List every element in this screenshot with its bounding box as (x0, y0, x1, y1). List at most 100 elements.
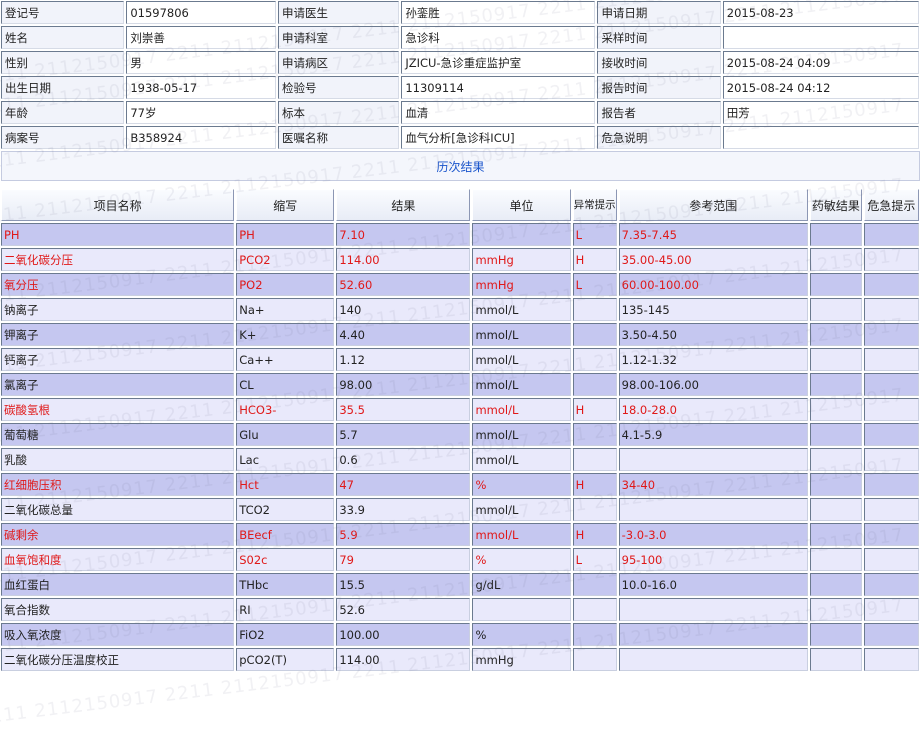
col-header-name[interactable]: 项目名称 (1, 189, 235, 221)
col-header-unit[interactable]: 单位 (472, 189, 571, 221)
item-abbr: CL (236, 373, 335, 396)
item-result: 114.00 (336, 648, 471, 671)
item-result: 47 (336, 473, 471, 496)
item-result: 4.40 (336, 323, 471, 346)
col-header-flag[interactable]: 异常提示 (572, 189, 617, 221)
info-value: 1938-05-17 (126, 76, 276, 99)
result-row[interactable]: 钙离子 Ca++ 1.12 mmol/L 1.12-1.32 (1, 348, 919, 371)
item-result: 15.5 (336, 573, 471, 596)
item-drug-result (809, 323, 862, 346)
item-flag: L (572, 223, 617, 246)
item-ref: 35.00-45.00 (618, 248, 808, 271)
result-row[interactable]: 氧合指数 RI 52.6 (1, 598, 919, 621)
item-flag (572, 323, 617, 346)
item-flag: H (572, 398, 617, 421)
item-result: 5.7 (336, 423, 471, 446)
item-critical-flag (863, 623, 919, 646)
item-unit: mmol/L (472, 398, 571, 421)
item-drug-result (809, 423, 862, 446)
result-row[interactable]: 碳酸氢根 HCO3- 35.5 mmol/L H 18.0-28.0 (1, 398, 919, 421)
item-unit: mmol/L (472, 448, 571, 471)
info-value: JZICU-急诊重症监护室 (401, 51, 596, 74)
col-header-critical[interactable]: 危急提示 (863, 189, 919, 221)
item-drug-result (809, 273, 862, 296)
item-name: 乳酸 (1, 448, 235, 471)
item-abbr: K+ (236, 323, 335, 346)
item-flag: H (572, 473, 617, 496)
item-flag (572, 373, 617, 396)
item-abbr: S02c (236, 548, 335, 571)
info-value (722, 126, 919, 149)
item-name: 钠离子 (1, 298, 235, 321)
item-drug-result (809, 223, 862, 246)
info-label: 接收时间 (597, 51, 721, 74)
result-row[interactable]: PH PH 7.10 L 7.35-7.45 (1, 223, 919, 246)
item-unit: mmol/L (472, 348, 571, 371)
item-unit: mmHg (472, 648, 571, 671)
info-row: 登记号 01597806 申请医生 孙銮胜 申请日期 2015-08-23 (1, 1, 919, 24)
info-value (722, 26, 919, 49)
item-unit: g/dL (472, 573, 571, 596)
item-unit: % (472, 623, 571, 646)
item-ref (618, 648, 808, 671)
item-name: 红细胞压积 (1, 473, 235, 496)
item-flag (572, 598, 617, 621)
item-result: 35.5 (336, 398, 471, 421)
item-name: 葡萄糖 (1, 423, 235, 446)
result-row[interactable]: 氧分压 PO2 52.60 mmHg L 60.00-100.00 (1, 273, 919, 296)
result-row[interactable]: 血氧饱和度 S02c 79% L 95-100 (1, 548, 919, 571)
info-label: 申请日期 (597, 1, 721, 24)
item-abbr: FiO2 (236, 623, 335, 646)
item-flag (572, 423, 617, 446)
item-result: 140 (336, 298, 471, 321)
item-drug-result (809, 498, 862, 521)
result-row[interactable]: 葡萄糖 Glu 5.7 mmol/L 4.1-5.9 (1, 423, 919, 446)
item-name: 氧分压 (1, 273, 235, 296)
info-value: 血清 (401, 101, 596, 124)
item-unit (472, 223, 571, 246)
result-row[interactable]: 二氧化碳分压温度校正 pCO2(T) 114.00 mmHg (1, 648, 919, 671)
info-value: 11309114 (401, 76, 596, 99)
item-flag (572, 623, 617, 646)
results-header-row: 项目名称 缩写 结果 单位 异常提示 参考范围 药敏结果 危急提示 (1, 189, 919, 221)
info-value: 急诊科 (401, 26, 596, 49)
item-result: 114.00 (336, 248, 471, 271)
item-name: 钙离子 (1, 348, 235, 371)
item-flag (572, 298, 617, 321)
result-row[interactable]: 氯离子 CL 98.00 mmol/L 98.00-106.00 (1, 373, 919, 396)
col-header-drug[interactable]: 药敏结果 (809, 189, 862, 221)
item-flag: L (572, 273, 617, 296)
result-row[interactable]: 碱剩余 BEecf 5.9 mmol/L H -3.0-3.0 (1, 523, 919, 546)
item-result: 7.10 (336, 223, 471, 246)
item-abbr: Lac (236, 448, 335, 471)
item-unit: mmHg (472, 248, 571, 271)
item-critical-flag (863, 373, 919, 396)
results-table: 项目名称 缩写 结果 单位 异常提示 参考范围 药敏结果 危急提示 PH PH 7.… (0, 187, 920, 673)
info-value: 77岁 (126, 101, 276, 124)
history-results-link[interactable]: 历次结果 (436, 158, 484, 175)
result-row[interactable]: 乳酸 Lac 0.6 mmol/L (1, 448, 919, 471)
item-name: 二氧化碳分压 (1, 248, 235, 271)
col-header-result[interactable]: 结果 (336, 189, 471, 221)
item-ref: 10.0-16.0 (618, 573, 808, 596)
item-result: 0.6 (336, 448, 471, 471)
result-row[interactable]: 吸入氧浓度 FiO2 100.00% (1, 623, 919, 646)
result-row[interactable]: 钠离子 Na+ 140 mmol/L 135-145 (1, 298, 919, 321)
info-row: 姓名 刘崇善 申请科室 急诊科 采样时间 (1, 26, 919, 49)
item-unit: mmol/L (472, 498, 571, 521)
result-row[interactable]: 红细胞压积 Hct 47% H 34-40 (1, 473, 919, 496)
item-abbr: pCO2(T) (236, 648, 335, 671)
item-name: 吸入氧浓度 (1, 623, 235, 646)
item-abbr: TCO2 (236, 498, 335, 521)
item-name: 氯离子 (1, 373, 235, 396)
col-header-ref[interactable]: 参考范围 (618, 189, 808, 221)
item-ref: 135-145 (618, 298, 808, 321)
result-row[interactable]: 二氧化碳总量 TCO2 33.9 mmol/L (1, 498, 919, 521)
col-header-abbr[interactable]: 缩写 (236, 189, 335, 221)
result-row[interactable]: 血红蛋白 THbc 15.5 g/dL 10.0-16.0 (1, 573, 919, 596)
info-label: 危急说明 (597, 126, 721, 149)
result-row[interactable]: 二氧化碳分压 PCO2 114.00 mmHg H 35.00-45.00 (1, 248, 919, 271)
item-name: 二氧化碳分压温度校正 (1, 648, 235, 671)
result-row[interactable]: 钾离子 K+ 4.40 mmol/L 3.50-4.50 (1, 323, 919, 346)
item-abbr: Glu (236, 423, 335, 446)
